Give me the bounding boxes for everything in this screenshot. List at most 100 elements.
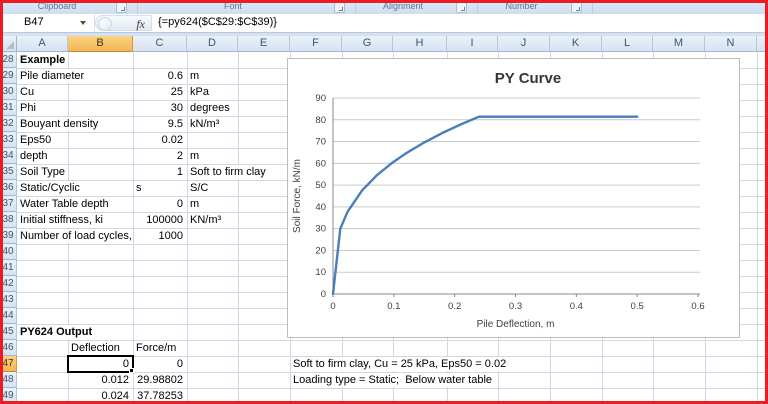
column-header-N[interactable]: N	[705, 36, 757, 52]
cell-A38[interactable]: Initial stiffness, ki	[20, 213, 103, 227]
row-header-44[interactable]: 44	[0, 308, 17, 324]
cell-D30[interactable]: kPa	[190, 85, 209, 99]
cell-C32[interactable]: 9.5	[133, 117, 183, 131]
fill-handle[interactable]	[129, 368, 134, 373]
cell-D34[interactable]: m	[190, 149, 199, 163]
row-header-39[interactable]: 39	[0, 228, 17, 244]
py-curve-chart[interactable]: 010203040506070809000.10.20.30.40.50.6PY…	[287, 58, 740, 338]
cell-A31[interactable]: Phi	[20, 101, 36, 115]
cell-D31[interactable]: degrees	[190, 101, 230, 115]
cell-C35[interactable]: 1	[133, 165, 183, 179]
cell-C36[interactable]: s	[136, 181, 142, 195]
y-axis-title[interactable]: Soil Force, kN/m	[292, 159, 303, 233]
name-box-dropdown-icon[interactable]	[80, 21, 86, 25]
row-header-48[interactable]: 48	[0, 372, 17, 388]
cell-D36[interactable]: S/C	[190, 181, 208, 195]
column-header-I[interactable]: I	[447, 36, 498, 52]
cell-C30[interactable]: 25	[133, 85, 183, 99]
cell-A29[interactable]: Pile diameter	[20, 69, 84, 83]
column-header-M[interactable]: M	[653, 36, 705, 52]
cell-D38[interactable]: KN/m³	[190, 213, 221, 227]
row-header-49[interactable]: 49	[0, 388, 17, 404]
column-header-A[interactable]: A	[17, 36, 68, 52]
row-header-28[interactable]: 28	[0, 52, 17, 68]
y-tick-label: 90	[315, 93, 326, 104]
cell-A45[interactable]: PY624 Output	[20, 325, 92, 339]
column-header-B[interactable]: B	[68, 36, 133, 52]
cell-C47[interactable]: 0	[133, 357, 183, 371]
name-box[interactable]: B47	[0, 14, 95, 32]
row-header-40[interactable]: 40	[0, 244, 17, 260]
row-header-33[interactable]: 33	[0, 132, 17, 148]
cell-D32[interactable]: kN/m³	[190, 117, 219, 131]
column-header-K[interactable]: K	[550, 36, 602, 52]
cell-A34[interactable]: depth	[20, 149, 48, 163]
cell-B48[interactable]: 0.012	[68, 373, 129, 387]
row-header-46[interactable]: 46	[0, 340, 17, 356]
formula-input[interactable]: {=py624($C$29:$C$39)}	[158, 16, 277, 28]
cell-B49[interactable]: 0.024	[68, 389, 129, 403]
row-header-36[interactable]: 36	[0, 180, 17, 196]
row-header-47[interactable]: 47	[0, 356, 17, 372]
cell-A32[interactable]: Bouyant density	[20, 117, 98, 131]
dialog-launcher-icon[interactable]	[334, 2, 345, 13]
cell-C46[interactable]: Force/m	[136, 341, 176, 355]
insert-function-button[interactable]: fx	[95, 15, 152, 31]
cell-A30[interactable]: Cu	[20, 85, 34, 99]
cell-D37[interactable]: m	[190, 197, 199, 211]
row-header-37[interactable]: 37	[0, 196, 17, 212]
cell-A37[interactable]: Water Table depth	[20, 197, 109, 211]
select-all-corner[interactable]	[0, 36, 17, 52]
row-header-43[interactable]: 43	[0, 292, 17, 308]
cell-C29[interactable]: 0.6	[133, 69, 183, 83]
column-header-G[interactable]: G	[342, 36, 393, 52]
cell-F48[interactable]: Loading type = Static; Below water table	[293, 373, 492, 387]
column-header-L[interactable]: L	[602, 36, 653, 52]
cell-F47[interactable]: Soft to firm clay, Cu = 25 kPa, Eps50 = …	[293, 357, 506, 371]
py-curve-series-line[interactable]	[333, 117, 637, 294]
row-header-42[interactable]: 42	[0, 276, 17, 292]
cell-A33[interactable]: Eps50	[20, 133, 51, 147]
cell-C39[interactable]: 1000	[133, 229, 183, 243]
x-axis-title[interactable]: Pile Deflection, m	[477, 319, 555, 330]
row-header-41[interactable]: 41	[0, 260, 17, 276]
fx-icon[interactable]: fx	[136, 17, 145, 32]
row-header-32[interactable]: 32	[0, 116, 17, 132]
cell-A28[interactable]: Example	[20, 53, 65, 67]
active-cell-selection[interactable]	[67, 355, 134, 373]
dialog-launcher-icon[interactable]	[456, 2, 467, 13]
row-header-29[interactable]: 29	[0, 68, 17, 84]
cell-A35[interactable]: Soil Type	[20, 165, 65, 179]
cell-C37[interactable]: 0	[133, 197, 183, 211]
row-header-38[interactable]: 38	[0, 212, 17, 228]
column-header-partial[interactable]	[757, 36, 768, 52]
row-header-34[interactable]: 34	[0, 148, 17, 164]
cell-A39[interactable]: Number of load cycles,	[20, 229, 132, 243]
cell-C49[interactable]: 37.78253	[133, 389, 183, 403]
column-header-J[interactable]: J	[498, 36, 550, 52]
worksheet-grid[interactable]: ABCDEFGHIJKLMN28293031323334353637383940…	[0, 36, 768, 404]
column-header-C[interactable]: C	[133, 36, 187, 52]
dialog-launcher-icon[interactable]	[571, 2, 582, 13]
row-header-31[interactable]: 31	[0, 100, 17, 116]
dialog-launcher-icon[interactable]	[116, 2, 127, 13]
cell-D29[interactable]: m	[190, 69, 199, 83]
row-header-35[interactable]: 35	[0, 164, 17, 180]
cell-C34[interactable]: 2	[133, 149, 183, 163]
cell-C38[interactable]: 100000	[133, 213, 183, 227]
row-header-45[interactable]: 45	[0, 324, 17, 340]
x-tick-label: 0.1	[387, 301, 400, 312]
column-header-E[interactable]: E	[238, 36, 290, 52]
cell-D35[interactable]: Soft to firm clay	[190, 165, 266, 179]
column-header-H[interactable]: H	[393, 36, 447, 52]
cell-C48[interactable]: 29.98802	[133, 373, 183, 387]
cell-B46[interactable]: Deflection	[71, 341, 120, 355]
column-header-F[interactable]: F	[290, 36, 342, 52]
x-tick-label: 0.4	[570, 301, 583, 312]
cell-A36[interactable]: Static/Cyclic	[20, 181, 80, 195]
column-header-D[interactable]: D	[187, 36, 238, 52]
cell-C31[interactable]: 30	[133, 101, 183, 115]
chart-title[interactable]: PY Curve	[495, 70, 561, 87]
row-header-30[interactable]: 30	[0, 84, 17, 100]
cell-C33[interactable]: 0.02	[133, 133, 183, 147]
